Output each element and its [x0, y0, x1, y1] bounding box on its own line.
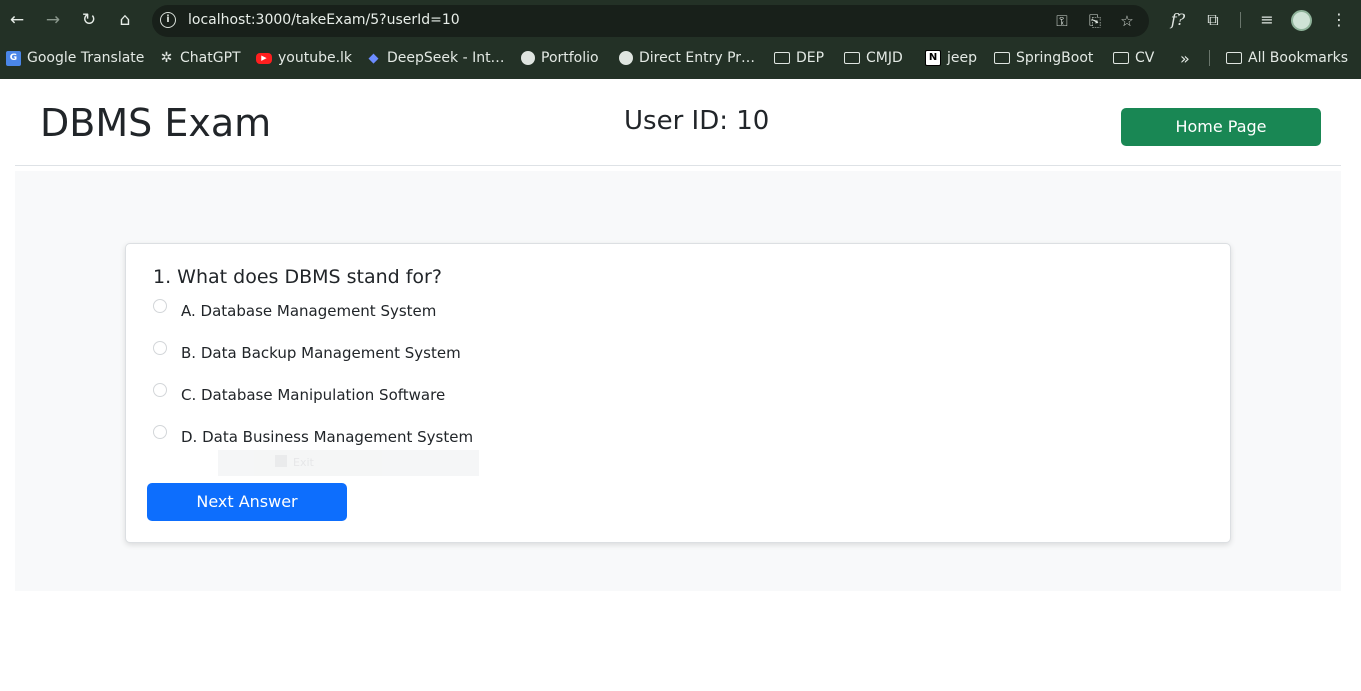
bookmark-label: DEP — [796, 50, 825, 66]
radio-button[interactable] — [153, 299, 167, 313]
address-bar[interactable]: i localhost:3000/takeExam/5?userId=10 ⚿ … — [152, 5, 1149, 37]
next-answer-button[interactable]: Next Answer — [147, 483, 347, 521]
bookmark-google-translate[interactable]: G Google Translate — [6, 48, 144, 68]
bookmark-deepseek[interactable]: ◆ DeepSeek - Int… — [366, 48, 505, 68]
google-translate-icon: G — [6, 50, 21, 66]
reading-list-icon[interactable]: ≡ — [1255, 8, 1279, 32]
bookmark-portfolio[interactable]: Portfolio — [521, 48, 599, 68]
url-text[interactable]: localhost:3000/takeExam/5?userId=10 — [188, 12, 460, 28]
extensions-puzzle-icon[interactable]: ⧉ — [1201, 8, 1225, 32]
folder-icon — [1113, 52, 1129, 64]
radio-button[interactable] — [153, 341, 167, 355]
option-label[interactable]: C. Database Manipulation Software — [181, 386, 445, 404]
bookmark-jeep[interactable]: N jeep — [925, 48, 977, 68]
bookmark-folder-springboot[interactable]: SpringBoot — [994, 48, 1093, 68]
bookmark-label: Google Translate — [27, 50, 145, 66]
back-icon[interactable]: ← — [5, 8, 29, 32]
bookmark-star-icon[interactable]: ☆ — [1116, 10, 1138, 32]
site-info-icon[interactable]: i — [160, 12, 176, 28]
extension-f-icon[interactable]: f? — [1166, 8, 1190, 32]
option-label[interactable]: B. Data Backup Management System — [181, 344, 461, 362]
option-label[interactable]: A. Database Management System — [181, 302, 436, 320]
folder-icon — [844, 52, 860, 64]
bookmark-label: SpringBoot — [1016, 50, 1094, 66]
all-bookmarks-button[interactable]: All Bookmarks — [1226, 48, 1348, 68]
install-app-icon[interactable]: ⎘ — [1084, 10, 1106, 32]
bookmarks-bar: G Google Translate ✲ ChatGPT ▶ youtube.l… — [0, 44, 1361, 72]
bookmark-direct-entry[interactable]: Direct Entry Pr… — [619, 48, 755, 68]
bookmark-folder-cv[interactable]: CV — [1113, 48, 1154, 68]
browser-chrome: ← → ↻ ⌂ i localhost:3000/takeExam/5?user… — [0, 0, 1361, 79]
page-title: DBMS Exam — [40, 101, 272, 145]
option-b[interactable]: B. Data Backup Management System — [153, 341, 461, 362]
bookmarks-overflow-button[interactable]: » — [1180, 48, 1190, 68]
profile-avatar-icon[interactable] — [1291, 10, 1312, 31]
all-bookmarks-label: All Bookmarks — [1248, 50, 1349, 66]
browser-toolbar: ← → ↻ ⌂ i localhost:3000/takeExam/5?user… — [0, 0, 1361, 42]
toolbar-divider — [1240, 12, 1241, 28]
chatgpt-icon: ✲ — [160, 49, 173, 66]
bookmark-youtube[interactable]: ▶ youtube.lk — [256, 48, 352, 68]
option-d[interactable]: D. Data Business Management System — [153, 425, 473, 446]
forward-icon[interactable]: → — [41, 8, 65, 32]
bookmarks-divider — [1209, 50, 1210, 66]
page-header: DBMS Exam User ID: 10 Home Page — [15, 79, 1341, 166]
question-text: 1. What does DBMS stand for? — [153, 266, 442, 288]
bookmark-label: DeepSeek - Int… — [387, 50, 505, 66]
bookmark-label: youtube.lk — [278, 50, 353, 66]
deepseek-icon: ◆ — [368, 50, 379, 66]
home-icon[interactable]: ⌂ — [113, 8, 137, 32]
folder-icon — [774, 52, 790, 64]
bookmark-label: ChatGPT — [180, 50, 241, 66]
faded-overlay-text: Exit — [293, 456, 314, 469]
option-a[interactable]: A. Database Management System — [153, 299, 436, 320]
folder-icon — [994, 52, 1010, 64]
bookmark-label: jeep — [947, 50, 978, 66]
password-key-icon[interactable]: ⚿ — [1051, 10, 1073, 32]
option-c[interactable]: C. Database Manipulation Software — [153, 383, 445, 404]
folder-icon — [1226, 52, 1242, 64]
globe-icon — [619, 51, 633, 65]
question-card: 1. What does DBMS stand for? A. Database… — [125, 243, 1231, 543]
bookmark-label: CMJD — [866, 50, 903, 66]
notion-icon: N — [925, 50, 941, 66]
bookmark-chatgpt[interactable]: ✲ ChatGPT — [159, 48, 241, 68]
user-id-label: User ID: 10 — [624, 106, 770, 136]
radio-button[interactable] — [153, 383, 167, 397]
exam-container: 1. What does DBMS stand for? A. Database… — [15, 171, 1341, 591]
bookmark-folder-cmjd[interactable]: CMJD — [844, 48, 903, 68]
youtube-icon: ▶ — [256, 52, 272, 64]
door-icon — [275, 455, 287, 467]
radio-button[interactable] — [153, 425, 167, 439]
bookmark-label: Direct Entry Pr… — [639, 50, 756, 66]
bookmark-folder-dep[interactable]: DEP — [774, 48, 824, 68]
menu-kebab-icon[interactable]: ⋮ — [1327, 8, 1351, 32]
reload-icon[interactable]: ↻ — [77, 8, 101, 32]
faded-overlay: Exit — [218, 450, 479, 476]
home-page-button[interactable]: Home Page — [1121, 108, 1321, 146]
globe-icon — [521, 51, 535, 65]
bookmark-label: CV — [1135, 50, 1155, 66]
option-label[interactable]: D. Data Business Management System — [181, 428, 473, 446]
bookmark-label: Portfolio — [541, 50, 599, 66]
